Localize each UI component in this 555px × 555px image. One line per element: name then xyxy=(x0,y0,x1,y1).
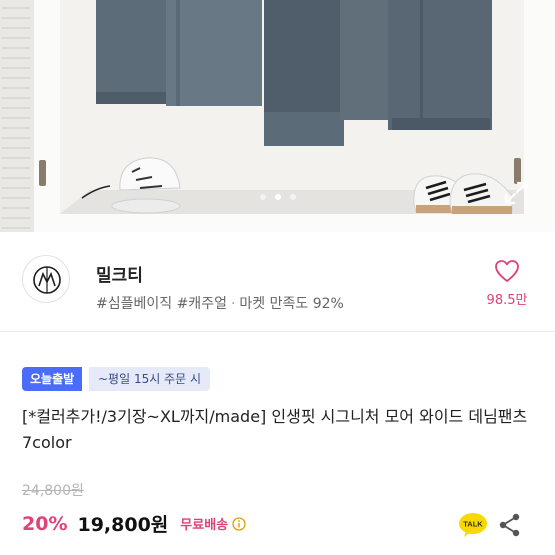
product-title: [*컬러추가!/3기장~XL까지/made] 인생핏 시그니처 모어 와이드 데… xyxy=(22,407,528,452)
shop-tags: #심플베이직 #캐주얼 xyxy=(96,296,227,312)
sale-price: 19,800원 xyxy=(77,514,169,536)
price-row: 20% 19,800원 무료배송 xyxy=(22,510,246,537)
discount-rate: 20% xyxy=(22,512,68,535)
talk-label: TALK xyxy=(463,520,483,529)
product-image-gallery[interactable] xyxy=(0,0,555,232)
info-icon[interactable] xyxy=(232,516,246,531)
like-count: 98.5만 xyxy=(486,293,528,308)
heart-icon[interactable] xyxy=(494,259,520,283)
shop-name[interactable]: 밀크티 xyxy=(96,261,143,286)
gallery-dot[interactable] xyxy=(274,194,281,200)
gallery-pagination[interactable] xyxy=(0,194,555,200)
satisfaction-label: 마켓 만족도 xyxy=(239,296,309,312)
talk-icon[interactable]: TALK xyxy=(458,512,488,538)
today-shipping-note: ~평일 15시 주문 시 xyxy=(89,367,211,391)
expand-icon[interactable] xyxy=(503,180,529,206)
gallery-dot[interactable] xyxy=(289,194,296,200)
shop-logo[interactable] xyxy=(22,255,70,303)
gallery-dot[interactable] xyxy=(259,194,266,200)
shop-meta: #심플베이직 #캐주얼 · 마켓 만족도 92% xyxy=(96,293,344,313)
shop-logo-mark xyxy=(33,266,61,294)
satisfaction-value: 92% xyxy=(312,296,344,312)
share-icon[interactable] xyxy=(498,512,522,538)
free-shipping-label: 무료배송 xyxy=(180,518,229,533)
today-shipping-badge: 오늘출발 xyxy=(22,367,83,391)
meta-separator: · xyxy=(230,296,236,312)
shop-info[interactable]: 밀크티 #심플베이직 #캐주얼 · 마켓 만족도 92% 98.5만 xyxy=(0,232,555,332)
original-price: 24,800원 xyxy=(22,483,84,499)
